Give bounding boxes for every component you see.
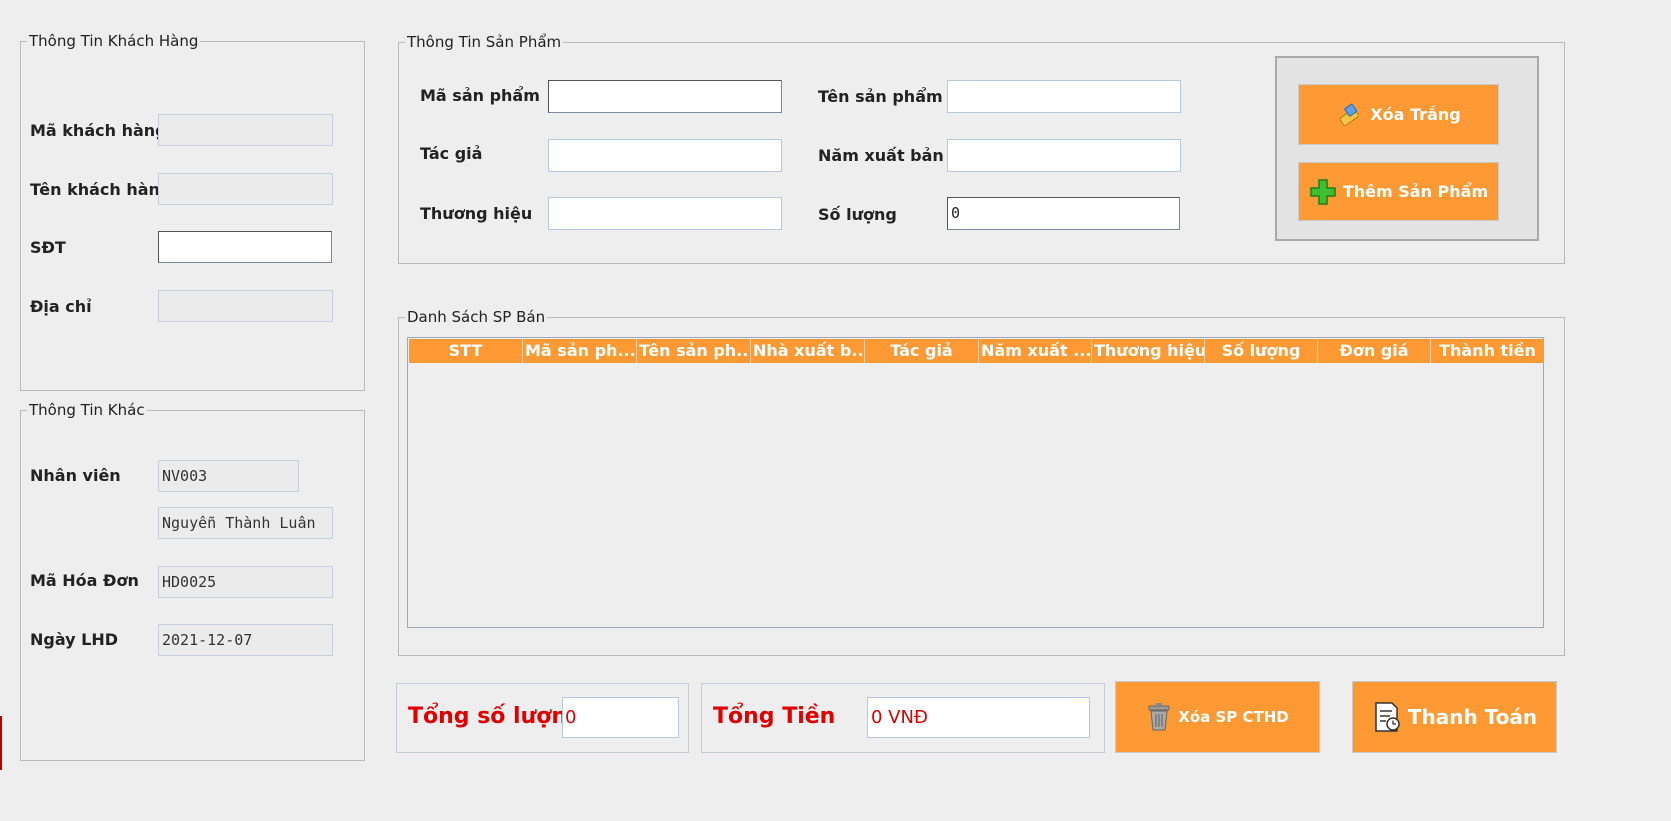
eraser-icon	[1336, 101, 1364, 129]
product-id-field[interactable]	[548, 80, 782, 113]
publish-year-field[interactable]	[947, 139, 1181, 172]
invoice-id-label: Mã Hóa Đơn	[30, 571, 139, 590]
employee-label: Nhân viên	[30, 466, 121, 485]
column-header-unit-price[interactable]: Đơn giá	[1318, 339, 1431, 363]
total-money-field[interactable]: 0 VNĐ	[867, 697, 1090, 738]
column-header-product-name[interactable]: Tên sản ph...	[637, 339, 751, 363]
clear-button-label: Xóa Trắng	[1370, 105, 1461, 124]
total-quantity-field[interactable]: 0	[562, 697, 679, 738]
delete-item-label: Xóa SP CTHD	[1178, 708, 1289, 726]
checkout-label: Thanh Toán	[1407, 705, 1538, 729]
publish-year-label: Năm xuất bản	[818, 146, 944, 165]
plus-icon	[1309, 178, 1337, 206]
customer-name-label: Tên khách hàng	[30, 180, 172, 199]
invoice-id-field[interactable]: HD0025	[158, 566, 333, 598]
column-header-quantity[interactable]: Số lượng	[1205, 339, 1318, 363]
customer-id-label: Mã khách hàng	[30, 121, 167, 140]
invoice-date-field[interactable]: 2021-12-07	[158, 624, 333, 656]
column-header-line-total[interactable]: Thành tiền	[1431, 339, 1544, 363]
brand-field[interactable]	[548, 197, 782, 230]
address-label: Địa chỉ	[30, 297, 92, 316]
customer-name-field[interactable]	[158, 173, 333, 205]
employee-id-field[interactable]: NV003	[158, 460, 299, 492]
quantity-field[interactable]: 0	[947, 197, 1180, 230]
quantity-label: Số lượng	[818, 205, 897, 224]
phone-label: SĐT	[30, 238, 66, 257]
employee-name-field[interactable]: Nguyễn Thành Luân	[158, 507, 333, 539]
column-header-stt[interactable]: STT	[409, 339, 523, 363]
window-edge-marker	[0, 716, 2, 770]
brand-label: Thương hiệu	[420, 204, 533, 223]
customer-id-field[interactable]	[158, 114, 333, 146]
author-field[interactable]	[548, 139, 782, 172]
total-money-label: Tổng Tiền	[713, 704, 836, 729]
table-header: STT Mã sản ph... Tên sản ph... Nhà xuất …	[409, 339, 1544, 363]
sale-table[interactable]: STT Mã sản ph... Tên sản ph... Nhà xuất …	[407, 337, 1544, 628]
product-info-legend: Thông Tin Sản Phẩm	[407, 33, 562, 51]
other-info-legend: Thông Tin Khác	[29, 401, 145, 419]
customer-info-legend: Thông Tin Khách Hàng	[29, 32, 199, 50]
column-header-product-id[interactable]: Mã sản ph...	[523, 339, 637, 363]
add-product-button[interactable]: Thêm Sản Phẩm	[1298, 162, 1499, 221]
column-header-publisher[interactable]: Nhà xuất b...	[751, 339, 865, 363]
address-field[interactable]	[158, 290, 333, 322]
invoice-date-label: Ngày LHD	[30, 630, 119, 649]
checkout-button[interactable]: Thanh Toán	[1352, 681, 1557, 753]
sale-list-legend: Danh Sách SP Bán	[407, 308, 546, 326]
product-id-label: Mã sản phẩm	[420, 86, 540, 105]
trash-icon	[1146, 702, 1172, 732]
column-header-author[interactable]: Tác giả	[865, 339, 979, 363]
add-product-label: Thêm Sản Phẩm	[1342, 182, 1489, 201]
clear-button[interactable]: Xóa Trắng	[1298, 84, 1499, 145]
product-name-field[interactable]	[947, 80, 1181, 113]
invoice-icon	[1372, 701, 1402, 733]
author-label: Tác giả	[420, 144, 483, 163]
column-header-brand[interactable]: Thương hiệu	[1092, 339, 1205, 363]
customer-info-group: Thông Tin Khách Hàng	[20, 32, 365, 391]
phone-field[interactable]	[158, 231, 332, 263]
delete-item-button[interactable]: Xóa SP CTHD	[1115, 681, 1320, 753]
total-quantity-label: Tổng số lượng	[408, 704, 583, 729]
column-header-publish-year[interactable]: Năm xuất ...	[979, 339, 1092, 363]
product-name-label: Tên sản phẩm	[818, 87, 943, 106]
